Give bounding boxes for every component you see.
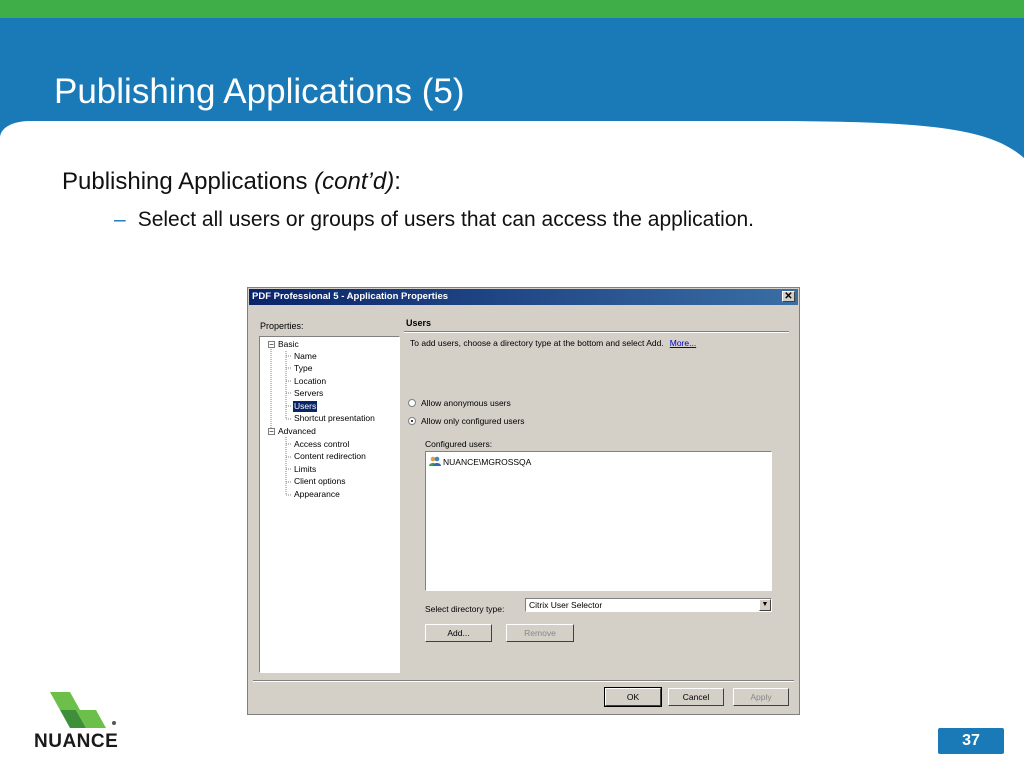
slide-title: Publishing Applications (5): [54, 72, 465, 111]
tree-item-limits[interactable]: Limits: [294, 464, 316, 475]
bullet-main-text: Publishing Applications: [62, 168, 315, 195]
collapse-icon[interactable]: −: [268, 341, 275, 349]
bullet-dash: –: [114, 208, 126, 231]
list-item[interactable]: NUANCE\MGROSSQA: [429, 456, 531, 467]
configured-users-list[interactable]: NUANCE\MGROSSQA: [425, 451, 772, 591]
instruction-label: To add users, choose a directory type at…: [410, 338, 664, 348]
page-number-badge: 37: [938, 728, 1004, 754]
bullet-sub-text: Select all users or groups of users that…: [137, 208, 755, 231]
bullet-main-suffix: :: [394, 168, 401, 195]
tree-item-access-control[interactable]: Access control: [294, 439, 349, 450]
radio-unchecked-icon[interactable]: [408, 399, 416, 407]
properties-tree[interactable]: − Basic Name Type Location Servers Users…: [259, 336, 400, 673]
configured-users-label: Configured users:: [425, 439, 493, 449]
radio-allow-configured-label: Allow only configured users: [421, 416, 525, 426]
close-button[interactable]: ✕: [782, 291, 795, 302]
tree-item-name[interactable]: Name: [294, 351, 317, 362]
logo-text: NUANCE: [34, 731, 119, 752]
tree-item-shortcut-presentation[interactable]: Shortcut presentation: [294, 413, 375, 424]
user-group-icon: [429, 456, 441, 466]
dialog-title: PDF Professional 5 - Application Propert…: [252, 291, 449, 302]
close-icon: ✕: [784, 291, 793, 302]
application-properties-dialog: PDF Professional 5 - Application Propert…: [247, 287, 800, 715]
radio-allow-anonymous-label: Allow anonymous users: [421, 398, 511, 408]
tree-item-servers[interactable]: Servers: [294, 388, 323, 399]
radio-allow-configured[interactable]: Allow only configured users: [408, 416, 524, 426]
top-accent-bar: [0, 0, 1024, 18]
bullet-sub: – Select all users or groups of users tha…: [114, 208, 754, 232]
bullet-main: Publishing Applications (cont’d):: [62, 168, 401, 196]
tree-item-basic[interactable]: Basic: [278, 339, 299, 350]
configured-user-name: NUANCE\MGROSSQA: [443, 457, 532, 467]
more-link[interactable]: More...: [670, 338, 696, 348]
tree-item-users[interactable]: Users: [293, 401, 318, 412]
tree-item-client-options[interactable]: Client options: [294, 476, 346, 487]
chevron-down-icon[interactable]: ▼: [759, 599, 771, 611]
footer-divider: [253, 680, 794, 682]
directory-type-select[interactable]: Citrix User Selector ▼: [525, 598, 772, 612]
properties-label: Properties:: [260, 321, 304, 331]
radio-allow-anonymous[interactable]: Allow anonymous users: [408, 398, 511, 408]
tree-item-location[interactable]: Location: [294, 376, 326, 387]
cancel-button[interactable]: Cancel: [668, 688, 724, 706]
collapse-icon[interactable]: −: [268, 428, 275, 436]
apply-button[interactable]: Apply: [733, 688, 789, 706]
remove-button[interactable]: Remove: [506, 624, 574, 642]
radio-checked-icon[interactable]: [408, 417, 416, 425]
tree-item-content-redirection[interactable]: Content redirection: [294, 451, 366, 462]
tree-item-advanced[interactable]: Advanced: [278, 426, 316, 437]
instruction-text: To add users, choose a directory type at…: [410, 338, 696, 348]
bullet-main-italic: (cont’d): [314, 168, 395, 195]
tree-item-type[interactable]: Type: [294, 363, 312, 374]
panel-title: Users: [406, 318, 432, 328]
ok-button[interactable]: OK: [604, 687, 662, 707]
tree-connector-lines: [270, 347, 292, 496]
tree-item-appearance[interactable]: Appearance: [294, 489, 340, 500]
directory-type-label: Select directory type:: [425, 604, 505, 614]
add-button[interactable]: Add...: [425, 624, 492, 642]
panel-divider: [404, 331, 789, 333]
directory-type-value: Citrix User Selector: [529, 600, 603, 610]
dialog-titlebar[interactable]: PDF Professional 5 - Application Propert…: [249, 289, 798, 305]
nuance-logo-icon: [50, 692, 116, 728]
